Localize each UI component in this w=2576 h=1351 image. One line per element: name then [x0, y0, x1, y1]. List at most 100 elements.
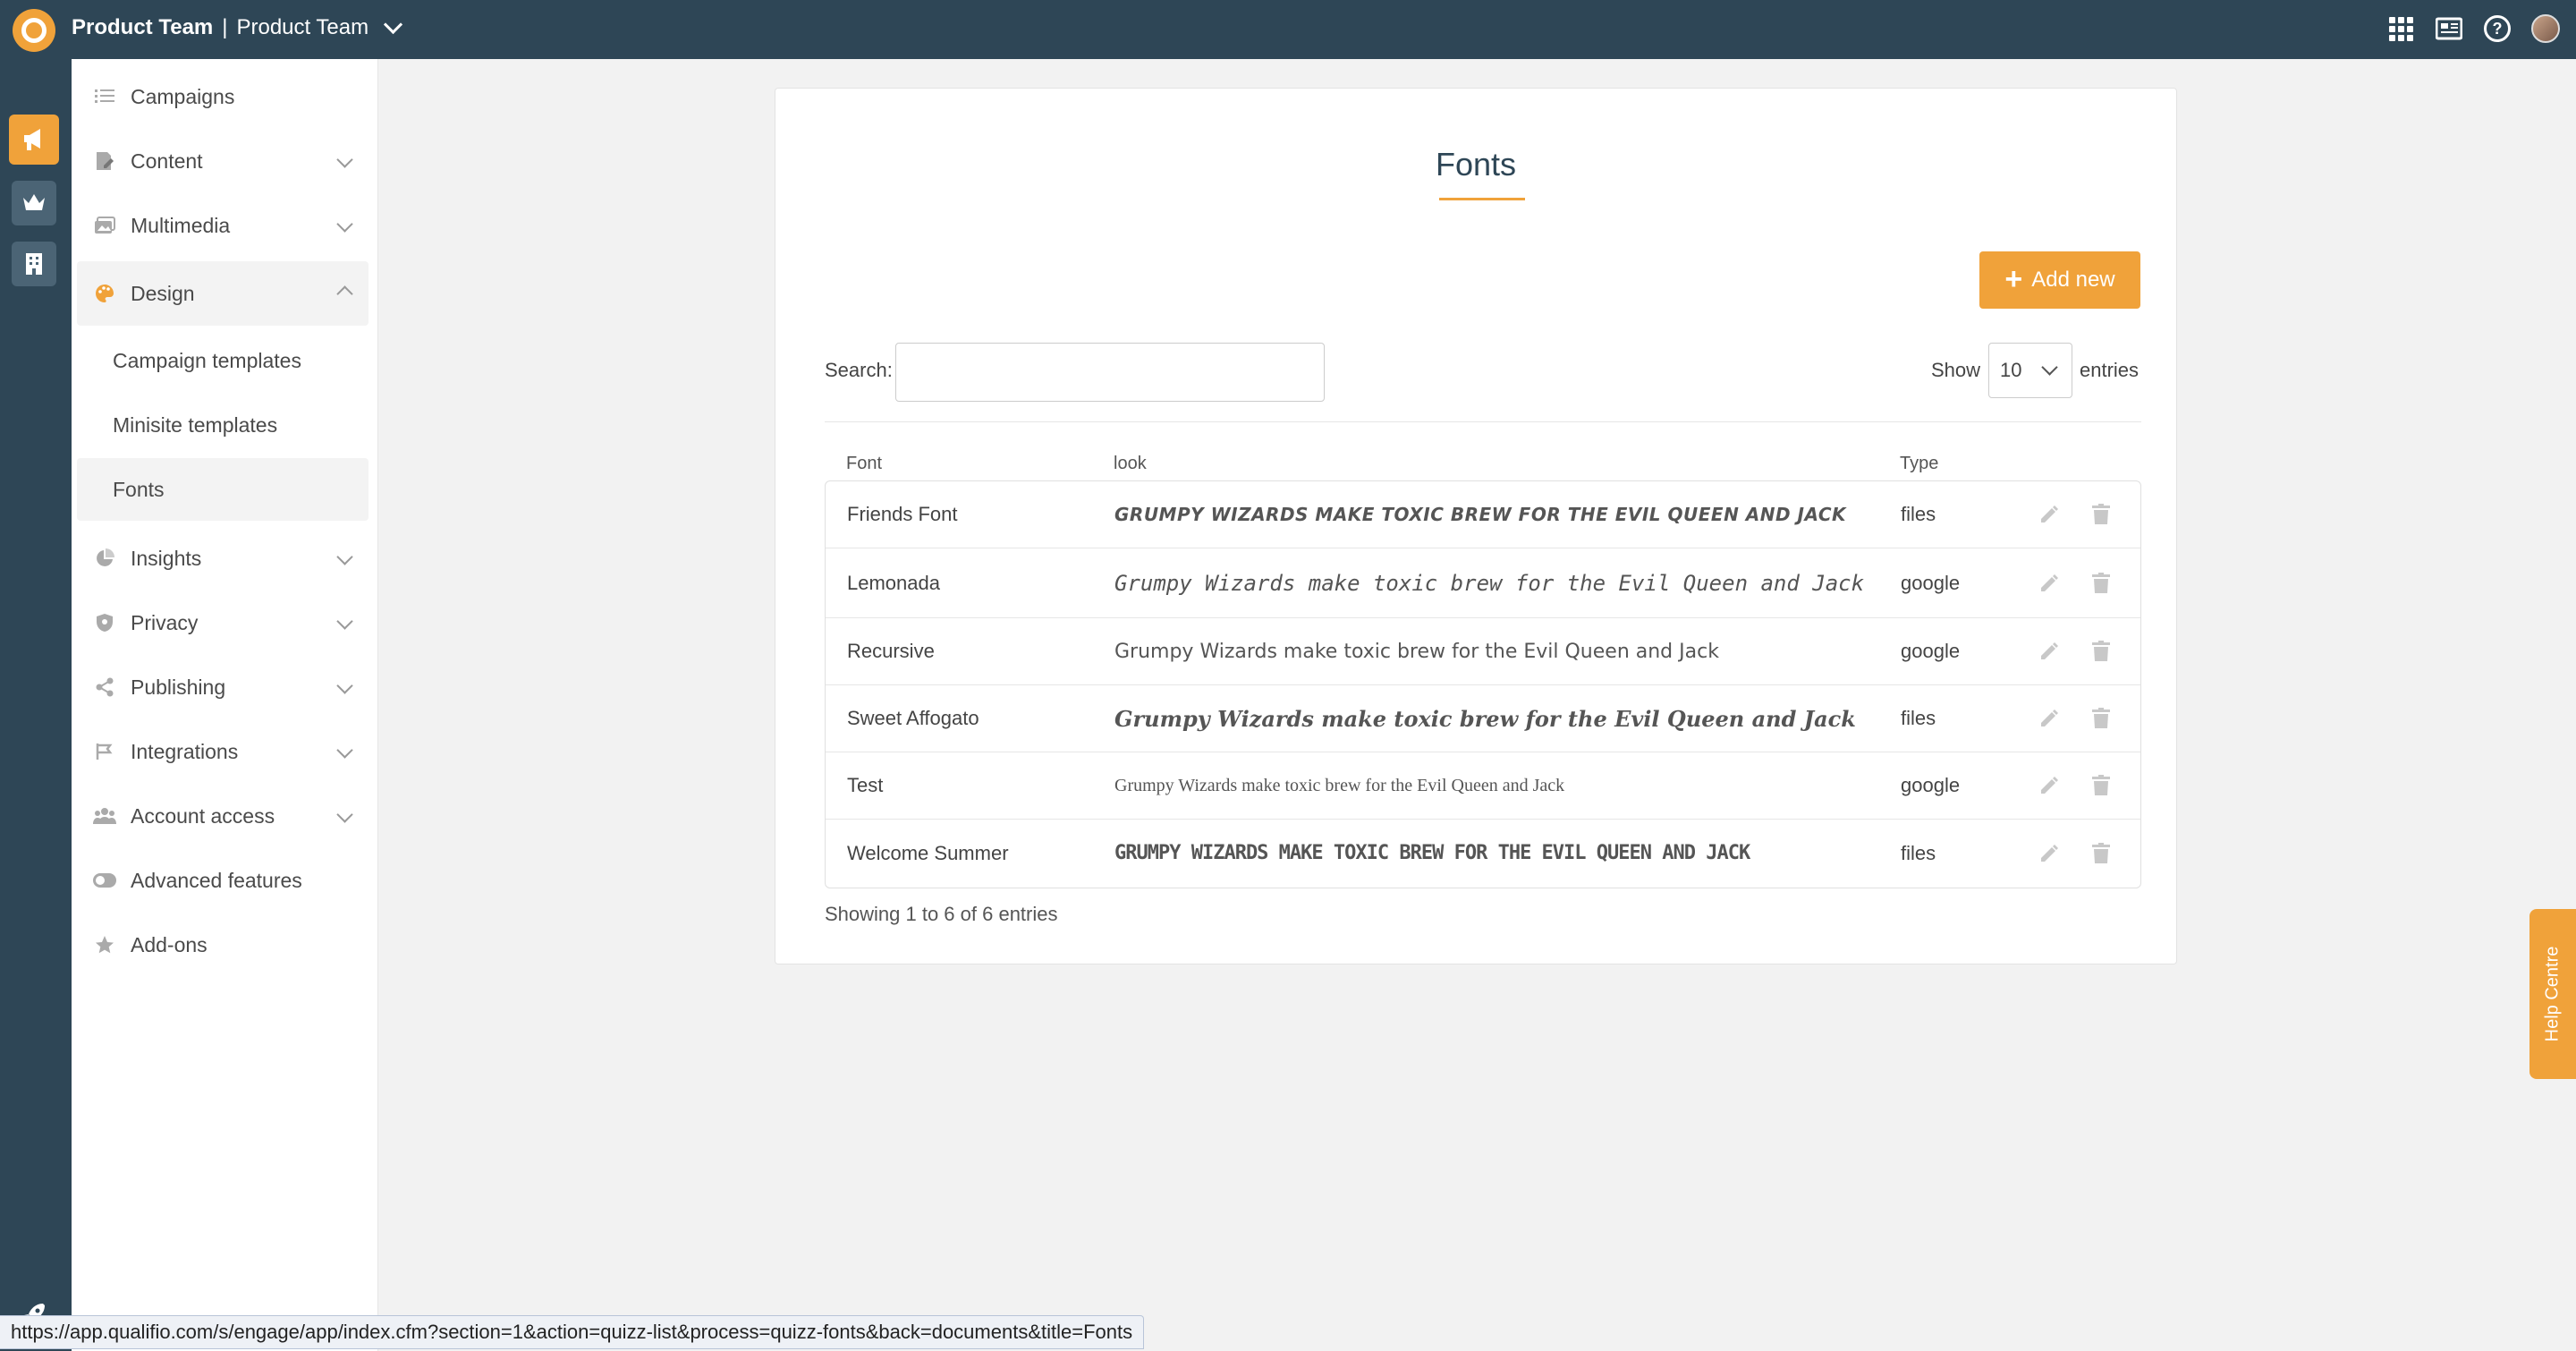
avatar[interactable] [2531, 14, 2560, 43]
sidebar-subitem-label: Minisite templates [113, 412, 278, 437]
font-preview: Grumpy Wizards make toxic brew for the E… [1114, 705, 1856, 732]
sidebar-item-advanced-features[interactable]: Advanced features [77, 852, 369, 909]
chevron-down-icon [384, 14, 403, 34]
delete-trash-icon[interactable] [2092, 685, 2110, 752]
font-type: files [1901, 707, 1936, 729]
delete-trash-icon[interactable] [2092, 820, 2110, 887]
users-icon [93, 807, 116, 825]
sidebar-item-label: Content [131, 149, 203, 173]
edit-pencil-icon[interactable] [2038, 481, 2060, 548]
integrations-icon [93, 742, 116, 761]
chevron-down-icon [336, 548, 353, 565]
page-title: Fonts [1435, 146, 1517, 183]
font-name: Recursive [847, 640, 935, 662]
building-icon[interactable] [12, 242, 56, 286]
add-new-button[interactable]: + Add new [1979, 251, 2140, 309]
font-name: Sweet Affogato [847, 707, 979, 729]
column-header-look[interactable]: look [1114, 454, 1147, 474]
sidebar-item-content[interactable]: Content [77, 132, 369, 190]
sidebar-item-privacy[interactable]: Privacy [77, 594, 369, 651]
apps-grid-icon[interactable] [2386, 14, 2415, 43]
sidebar-item-insights[interactable]: Insights [77, 530, 369, 587]
title-underline [1439, 198, 1525, 200]
sidebar-item-integrations[interactable]: Integrations [77, 723, 369, 780]
font-type: files [1901, 503, 1936, 525]
entries-label: entries [2080, 359, 2140, 381]
font-name: Test [847, 774, 884, 796]
sidebar-subitem-fonts[interactable]: Fonts [77, 458, 369, 521]
news-icon[interactable] [2435, 14, 2463, 43]
workspace-name: Product Team [236, 15, 369, 39]
entries-per-page-select[interactable]: 10 [1988, 343, 2072, 398]
chevron-up-icon [336, 285, 353, 302]
chevron-down-icon [336, 216, 353, 233]
delete-trash-icon[interactable] [2092, 481, 2110, 548]
help-centre-label: Help Centre [2542, 946, 2563, 1042]
sidebar-item-label: Design [131, 281, 195, 305]
font-type: google [1901, 571, 1961, 594]
sidebar-item-multimedia[interactable]: Multimedia [77, 197, 369, 254]
edit-pencil-icon[interactable] [2038, 820, 2060, 887]
table-row: Friends Font Grumpy Wizards make toxic b… [826, 481, 2140, 548]
qualifio-logo-icon[interactable] [13, 9, 55, 52]
link-preview-statusbar: https://app.qualifio.com/s/engage/app/in… [0, 1315, 1145, 1349]
edit-pencil-icon[interactable] [2038, 548, 2060, 617]
pagination-info: Showing 1 to 6 of 6 entries [825, 903, 1058, 925]
font-preview: Grumpy Wizards make toxic brew for the E… [1114, 640, 1719, 663]
help-icon[interactable]: ? [2483, 14, 2512, 43]
pie-chart-icon [93, 548, 116, 568]
shield-icon [93, 613, 116, 633]
sidebar-item-label: Insights [131, 546, 202, 570]
chevron-down-icon [336, 742, 353, 759]
table-row: Welcome Summer Grumpy Wizards make toxic… [826, 820, 2140, 887]
divider [825, 421, 2141, 422]
column-header-font[interactable]: Font [846, 454, 882, 474]
chevron-down-icon [336, 151, 353, 168]
sidebar-item-label: Privacy [131, 610, 199, 634]
engage-megaphone-icon[interactable] [9, 115, 59, 165]
list-icon [93, 89, 116, 105]
sidebar-item-label: Add-ons [131, 932, 208, 956]
sidebar-item-label: Advanced features [131, 868, 302, 892]
sidebar-item-design[interactable]: Design [77, 261, 369, 326]
show-label: Show [1931, 359, 1981, 381]
column-header-type[interactable]: Type [1900, 454, 1938, 474]
sidebar-subitem-campaign-templates[interactable]: Campaign templates [77, 329, 369, 392]
font-preview: Grumpy Wizards make toxic brew for the E… [1114, 842, 1750, 864]
share-icon [93, 677, 116, 697]
crown-icon[interactable] [12, 181, 56, 225]
font-preview: Grumpy Wizards make toxic brew for the E… [1114, 775, 1565, 795]
sidebar-item-label: Multimedia [131, 213, 231, 237]
sidebar-item-campaigns[interactable]: Campaigns [77, 68, 369, 125]
palette-icon [93, 284, 116, 303]
toggle-icon [93, 873, 116, 888]
chevron-down-icon [336, 613, 353, 630]
sidebar-subitem-label: Campaign templates [113, 348, 301, 372]
sidebar: Campaigns Content Multimedia Design Camp… [72, 59, 378, 1351]
sidebar-subitem-label: Fonts [113, 477, 165, 501]
fonts-table: Friends Font Grumpy Wizards make toxic b… [825, 480, 2141, 888]
module-rail [0, 59, 72, 1351]
help-centre-tab[interactable]: Help Centre [2529, 909, 2576, 1079]
edit-pencil-icon[interactable] [2038, 685, 2060, 752]
sidebar-item-add-ons[interactable]: Add-ons [77, 916, 369, 973]
delete-trash-icon[interactable] [2092, 618, 2110, 684]
images-icon [93, 217, 116, 234]
table-row: Sweet Affogato Grumpy Wizards make toxic… [826, 685, 2140, 752]
edit-pencil-icon[interactable] [2038, 618, 2060, 684]
sidebar-item-label: Account access [131, 803, 275, 828]
edit-pencil-icon[interactable] [2038, 752, 2060, 819]
delete-trash-icon[interactable] [2092, 548, 2110, 617]
font-type: google [1901, 640, 1961, 662]
delete-trash-icon[interactable] [2092, 752, 2110, 819]
sidebar-item-account-access[interactable]: Account access [77, 787, 369, 845]
sidebar-subitem-minisite-templates[interactable]: Minisite templates [77, 394, 369, 456]
workspace-switcher[interactable]: Product Team | Product Team [72, 14, 403, 40]
font-name: Lemonada [847, 571, 940, 594]
search-input[interactable] [895, 343, 1325, 402]
font-type: files [1901, 841, 1936, 864]
chevron-down-icon [2041, 359, 2058, 376]
brand-separator: | [222, 15, 228, 39]
sidebar-item-publishing[interactable]: Publishing [77, 659, 369, 716]
sidebar-item-label: Campaigns [131, 84, 235, 108]
